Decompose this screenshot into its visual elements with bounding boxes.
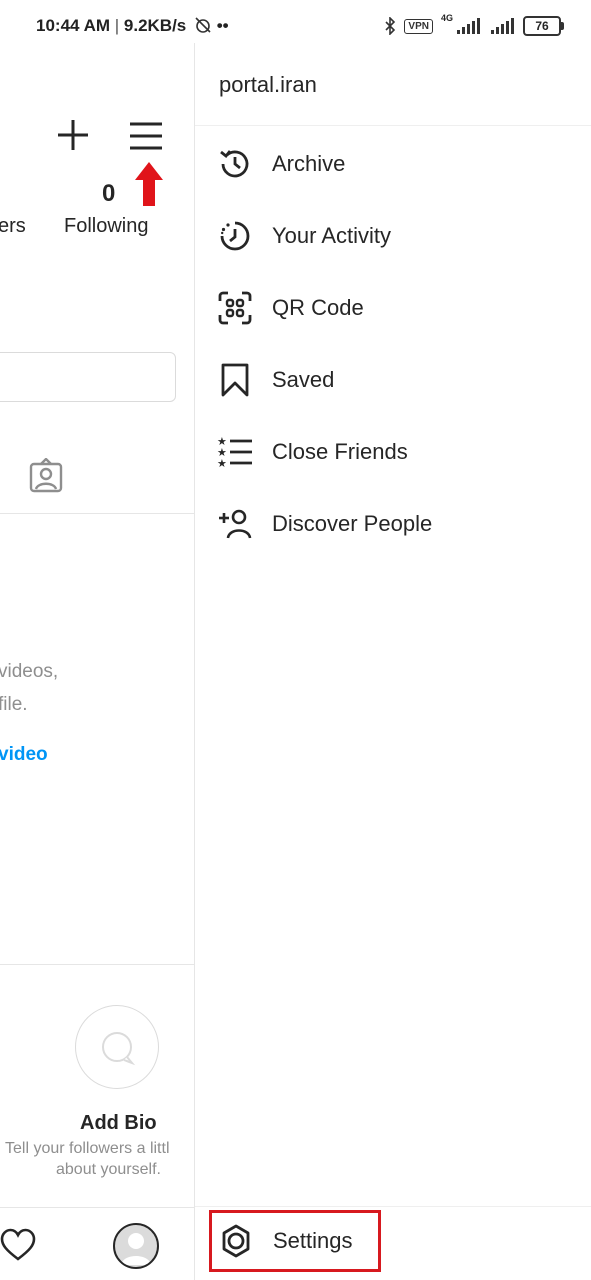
drawer-header-divider [195,125,591,126]
menu-item-archive[interactable]: Archive [195,134,591,194]
edit-profile-button[interactable] [0,352,176,402]
heart-icon[interactable] [0,1228,36,1262]
signal-icon-1 [457,18,480,34]
add-person-icon [217,506,253,542]
empty-state-line-1: videos, [0,661,59,682]
drawer-footer-divider [195,1206,591,1207]
add-bio-circle[interactable] [75,1005,159,1089]
network-type: 4G [440,13,453,23]
profile-avatar[interactable] [113,1223,159,1269]
red-arrow-annotation-icon [135,162,163,206]
empty-state-line-2: file. [0,694,28,715]
menu-item-your-activity[interactable]: Your Activity [195,206,591,266]
close-friends-icon: ★ ★ ★ [217,434,253,470]
menu-label-saved: Saved [272,367,335,392]
drawer-username: portal.iran [219,72,317,97]
status-separator: | [114,16,124,35]
share-video-link[interactable]: video [0,744,48,766]
add-bio-title[interactable]: Add Bio [80,1112,157,1135]
followers-label-fragment[interactable]: ers [0,215,26,238]
profile-panel: 0 Following ers videos, file. video Add … [0,52,194,1280]
qr-code-icon [217,290,253,326]
avatar-silhouette-icon [121,1233,151,1265]
following-count[interactable]: 0 [102,180,115,208]
menu-label-qr-code: QR Code [272,295,364,320]
archive-icon [217,146,253,182]
vpn-badge: VPN [404,18,433,34]
menu-label-archive: Archive [272,151,346,176]
hamburger-menu-icon[interactable] [128,120,164,152]
menu-label-close-friends: Close Friends [272,439,408,464]
status-time: 10:44 AM [36,16,111,35]
bluetooth-icon [385,17,396,35]
tabs-divider [0,513,194,514]
battery-level: 76 [535,19,549,33]
menu-item-discover-people[interactable]: Discover People [195,494,591,554]
add-bio-desc-line-2: about yourself. [56,1161,161,1178]
menu-item-qr-code[interactable]: QR Code [195,278,591,338]
signal-icon-2 [491,18,514,34]
activity-icon [217,218,253,254]
status-time-group: 10:44 AM | 9.2KB/s •• [36,16,229,36]
menu-item-settings[interactable]: Settings [209,1210,381,1272]
battery-icon: 76 [523,16,564,36]
more-dots-icon: •• [216,16,229,35]
section-divider [0,964,194,965]
alarm-off-icon [195,17,211,33]
status-net-speed: 9.2KB/s [123,16,187,35]
new-post-plus-icon[interactable] [56,118,90,152]
tagged-photos-icon[interactable] [28,458,64,494]
following-label[interactable]: Following [64,215,148,238]
speech-bubble-icon [102,1032,136,1066]
menu-label-your-activity: Your Activity [272,223,392,248]
add-bio-desc-line-1: Tell your followers a littl [5,1140,170,1157]
bookmark-icon [217,362,253,398]
menu-item-close-friends[interactable]: ★ ★ ★ Close Friends [195,422,591,482]
status-right-group: VPN 4G 76 [384,13,564,39]
svg-text:★: ★ [217,457,227,470]
bottom-nav-divider [0,1207,194,1208]
menu-label-settings: Settings [273,1228,353,1253]
status-bar: 10:44 AM | 9.2KB/s •• VPN 4G 76 [0,0,591,52]
menu-label-discover-people: Discover People [272,511,433,536]
gear-icon [218,1223,254,1259]
side-drawer: portal.iran Archive Your Activity QR Cod… [195,52,591,1280]
menu-item-saved[interactable]: Saved [195,350,591,410]
